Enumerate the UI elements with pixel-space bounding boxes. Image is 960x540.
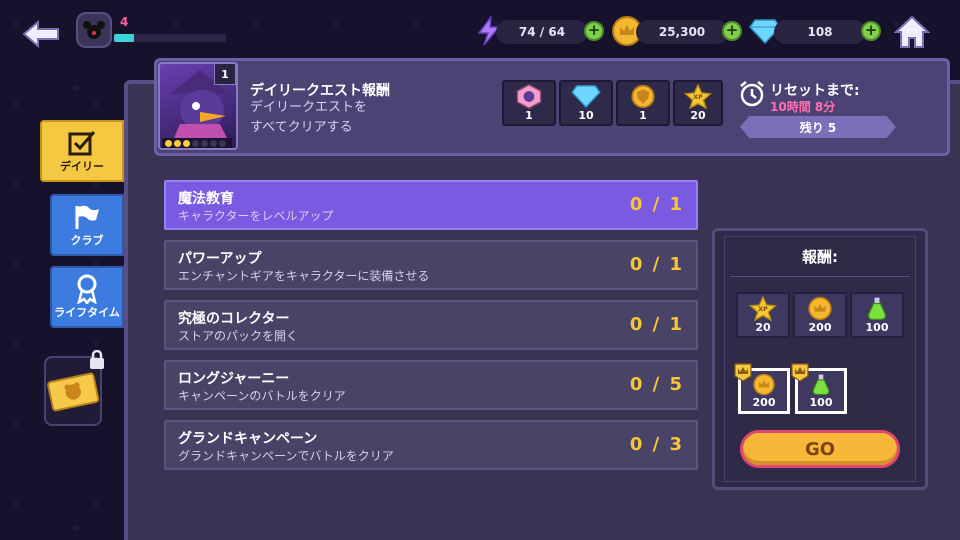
quest-name: グランドキャンペーン bbox=[178, 431, 318, 447]
svg-text:XP: XP bbox=[693, 94, 703, 101]
quest-progress: 0 ∕ 1 bbox=[629, 254, 684, 275]
header-reward-amount: 1 bbox=[525, 109, 533, 122]
star-empty-icon bbox=[219, 139, 226, 147]
back-arrow-icon bbox=[22, 19, 59, 49]
green-potion-icon bbox=[867, 297, 887, 320]
quest-row[interactable]: グランドキャンペーン グランドキャンペーンでバトルをクリア 0 ∕ 3 bbox=[164, 420, 698, 470]
quest-name: 魔法教育 bbox=[178, 191, 234, 207]
flag-icon bbox=[72, 202, 102, 232]
add-energy-button[interactable]: + bbox=[584, 21, 604, 41]
quest-name: 究極のコレクター bbox=[178, 311, 290, 327]
star-empty-icon bbox=[192, 139, 199, 147]
quest-description: キャンペーンのバトルをクリア bbox=[178, 389, 346, 403]
tab-lifetime-label: ライフタイム bbox=[54, 306, 120, 319]
mouse-head-icon bbox=[83, 21, 105, 39]
header-reward-amount: 10 bbox=[578, 109, 594, 122]
quest-row[interactable]: ロングジャーニー キャンペーンのバトルをクリア 0 ∕ 5 bbox=[164, 360, 698, 410]
xp-star-icon: XP bbox=[683, 84, 713, 109]
star-filled-icon bbox=[183, 139, 190, 147]
reset-time: 10時間 8分 bbox=[770, 100, 836, 114]
tab-lifetime[interactable]: ライフタイム bbox=[50, 266, 124, 328]
header-title: デイリークエスト報酬 bbox=[250, 83, 390, 99]
quest-progress: 0 ∕ 1 bbox=[629, 194, 684, 215]
header-reward-hero-token: 1 bbox=[502, 80, 556, 126]
reward-amount: 200 bbox=[752, 396, 776, 409]
quest-row[interactable]: パワーアップ エンチャントギアをキャラクターに装備させる 0 ∕ 1 bbox=[164, 240, 698, 290]
tab-club-label: クラブ bbox=[70, 234, 104, 247]
tab-daily[interactable]: デイリー bbox=[40, 120, 124, 182]
hero-token-icon bbox=[516, 84, 542, 109]
energy-counter: 74 ∕ 64 bbox=[496, 20, 588, 44]
hero-count-badge: 1 bbox=[214, 63, 236, 85]
gold-coin-icon bbox=[753, 373, 775, 396]
header-reward-xp: XP 20 bbox=[673, 80, 723, 126]
quest-description: グランドキャンペーンでバトルをクリア bbox=[178, 449, 394, 463]
back-button[interactable] bbox=[20, 16, 64, 52]
header-description: デイリークエストを すべてクリアする bbox=[250, 98, 420, 138]
quest-progress: 0 ∕ 5 bbox=[629, 374, 684, 395]
reset-label: リセットまで: bbox=[770, 83, 860, 99]
quest-row[interactable]: 魔法教育 キャラクターをレベルアップ 0 ∕ 1 bbox=[164, 180, 698, 230]
quest-progress: 0 ∕ 1 bbox=[629, 314, 684, 335]
vip-crown-icon bbox=[791, 362, 809, 382]
vip-crown-icon bbox=[734, 362, 752, 382]
xp-star-icon: XP bbox=[748, 296, 778, 321]
gold-ticket-icon bbox=[47, 372, 100, 412]
quest-name: ロングジャーニー bbox=[178, 371, 290, 387]
add-gold-button[interactable]: + bbox=[722, 21, 742, 41]
reward-heading: 報酬: bbox=[802, 248, 838, 266]
quest-description: キャラクターをレベルアップ bbox=[178, 209, 334, 223]
quest-row[interactable]: 究極のコレクター ストアのパックを開く 0 ∕ 1 bbox=[164, 300, 698, 350]
player-avatar[interactable] bbox=[76, 12, 112, 48]
header-reward-shield-token: 1 bbox=[616, 80, 670, 126]
home-icon bbox=[894, 15, 930, 48]
add-gems-button[interactable]: + bbox=[861, 21, 881, 41]
header-reward-amount: 1 bbox=[639, 109, 647, 122]
header-reward-amount: 20 bbox=[690, 109, 706, 122]
reward-amount: 20 bbox=[755, 321, 771, 334]
tab-club[interactable]: クラブ bbox=[50, 194, 124, 256]
star-empty-icon bbox=[201, 139, 208, 147]
checkbox-icon bbox=[67, 128, 97, 158]
star-empty-icon bbox=[210, 139, 217, 147]
lock-icon bbox=[88, 349, 106, 370]
gold-coin-icon bbox=[808, 296, 832, 321]
reward-item-gold: 200 bbox=[793, 292, 847, 338]
header-reward-gems: 10 bbox=[559, 80, 613, 126]
star-filled-icon bbox=[174, 139, 181, 147]
remaining-count: 残り 5 bbox=[740, 116, 896, 138]
quest-progress: 0 ∕ 3 bbox=[629, 434, 684, 455]
gem-counter: 108 bbox=[774, 20, 866, 44]
home-button[interactable] bbox=[892, 12, 932, 52]
xp-bar-fill bbox=[114, 34, 135, 42]
svg-text:XP: XP bbox=[758, 306, 768, 313]
player-level: 4 bbox=[120, 15, 129, 29]
alarm-clock-icon bbox=[738, 80, 766, 108]
header-description-line1: デイリークエストを bbox=[250, 100, 368, 115]
green-potion-icon bbox=[812, 374, 830, 396]
shield-token-icon bbox=[631, 84, 655, 109]
hero-star-rating bbox=[162, 138, 232, 148]
reward-amount: 100 bbox=[809, 396, 833, 409]
divider bbox=[730, 276, 910, 277]
gold-counter: 25,300 bbox=[636, 20, 728, 44]
reward-item-potion: 100 bbox=[850, 292, 904, 338]
ribbon-medal-icon bbox=[72, 274, 102, 304]
reward-item-xp: XP 20 bbox=[736, 292, 790, 338]
header-description-line2: すべてクリアする bbox=[250, 120, 353, 135]
quest-name: パワーアップ bbox=[178, 251, 262, 267]
quest-description: エンチャントギアをキャラクターに装備させる bbox=[178, 269, 430, 283]
tab-daily-label: デイリー bbox=[60, 160, 104, 173]
go-button[interactable]: GO bbox=[740, 430, 900, 468]
gem-icon bbox=[571, 85, 601, 108]
xp-bar bbox=[114, 34, 226, 42]
quest-description: ストアのパックを開く bbox=[178, 329, 299, 343]
star-filled-icon bbox=[165, 139, 172, 147]
reward-amount: 200 bbox=[808, 321, 832, 334]
reward-amount: 100 bbox=[865, 321, 889, 334]
